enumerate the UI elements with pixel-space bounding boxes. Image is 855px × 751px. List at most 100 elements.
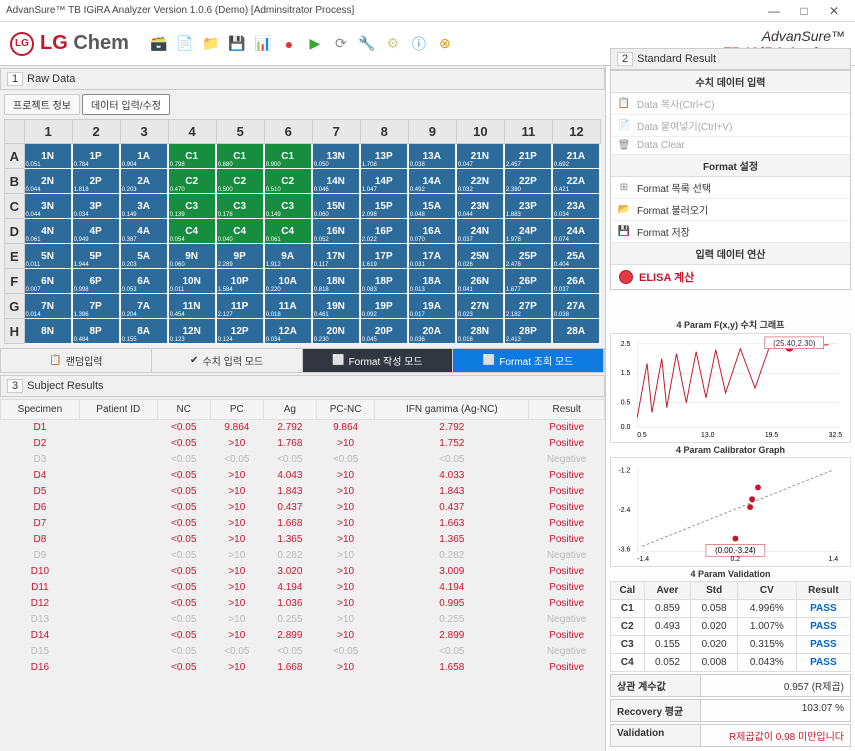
excel-icon[interactable]: 📊 [253, 34, 273, 54]
well[interactable]: 11N0.454 [169, 294, 215, 318]
well[interactable]: 2P1.818 [73, 169, 119, 193]
well[interactable]: 15P2.098 [361, 194, 407, 218]
close-button[interactable]: ✕ [819, 4, 849, 18]
well[interactable]: 3N0.044 [25, 194, 71, 218]
well[interactable]: 3P0.034 [73, 194, 119, 218]
well[interactable]: C20.510 [265, 169, 311, 193]
maximize-button[interactable]: □ [789, 4, 819, 18]
mode-numeric[interactable]: ✔ 수치 입력 모드 [152, 349, 303, 372]
play-icon[interactable]: ▶ [305, 34, 325, 54]
mode-format-create[interactable]: ⬜ Format 작성 모드 [303, 349, 454, 372]
well[interactable]: 12P0.124 [217, 319, 263, 343]
well[interactable]: 5P1.944 [73, 244, 119, 268]
well[interactable]: 9P2.289 [217, 244, 263, 268]
table-row[interactable]: D7<0.05>101.668>101.663Positive [1, 516, 605, 532]
well[interactable]: 24N0.037 [457, 219, 503, 243]
well[interactable]: 17N0.117 [313, 244, 359, 268]
well[interactable]: 18P0.083 [361, 269, 407, 293]
table-row[interactable]: D1<0.059.8642.7929.8642.792Positive [1, 420, 605, 436]
well[interactable]: C40.040 [217, 219, 263, 243]
table-row[interactable]: D12<0.05>101.036>100.995Positive [1, 596, 605, 612]
gear-icon[interactable]: ⚙ [383, 34, 403, 54]
well[interactable]: 4N0.061 [25, 219, 71, 243]
well[interactable]: 5A0.203 [121, 244, 167, 268]
well[interactable]: C40.061 [265, 219, 311, 243]
well[interactable]: 16P2.022 [361, 219, 407, 243]
well[interactable]: 13A0.038 [409, 144, 455, 168]
well[interactable]: 6N0.007 [25, 269, 71, 293]
toolbar-icon[interactable]: 🗃️ [149, 34, 169, 54]
well[interactable]: 21N0.047 [457, 144, 503, 168]
minimize-button[interactable]: — [759, 4, 789, 18]
well[interactable]: 22P2.380 [505, 169, 551, 193]
well[interactable]: 4A0.387 [121, 219, 167, 243]
well[interactable]: 4P0.949 [73, 219, 119, 243]
table-row[interactable]: D6<0.05>100.437>100.437Positive [1, 500, 605, 516]
well[interactable]: 26P1.677 [505, 269, 551, 293]
well[interactable]: 2N0.044 [25, 169, 71, 193]
well[interactable]: 28N0.018 [457, 319, 503, 343]
toolbar-icon[interactable]: 📁 [201, 34, 221, 54]
toolbar-icon[interactable]: 📄 [175, 34, 195, 54]
well[interactable]: 9N0.060 [169, 244, 215, 268]
well[interactable]: 23N0.044 [457, 194, 503, 218]
well[interactable]: 14A0.492 [409, 169, 455, 193]
table-row[interactable]: D8<0.05>101.365>101.365Positive [1, 532, 605, 548]
well[interactable]: 10N0.011 [169, 269, 215, 293]
refresh-icon[interactable]: ⟳ [331, 34, 351, 54]
well[interactable]: 19A0.017 [409, 294, 455, 318]
well[interactable]: 7P1.396 [73, 294, 119, 318]
well[interactable]: 5N0.011 [25, 244, 71, 268]
well[interactable]: 21P2.457 [505, 144, 551, 168]
well[interactable]: 25A0.404 [553, 244, 599, 268]
table-row[interactable]: D4<0.05>104.043>104.033Positive [1, 468, 605, 484]
mode-random[interactable]: 📋 랜덤입력 [1, 349, 152, 372]
well[interactable]: 7A0.204 [121, 294, 167, 318]
table-row[interactable]: D16<0.05>101.668>101.658Positive [1, 660, 605, 676]
tab-data-input[interactable]: 데이터 입력/수정 [82, 94, 170, 115]
well[interactable]: 20A0.036 [409, 319, 455, 343]
well[interactable]: 28A [553, 319, 599, 343]
well[interactable]: 15A0.048 [409, 194, 455, 218]
well[interactable]: 14P1.047 [361, 169, 407, 193]
well[interactable]: 23A0.034 [553, 194, 599, 218]
well[interactable]: 28P2.413 [505, 319, 551, 343]
table-row[interactable]: D11<0.05>104.194>104.194Positive [1, 580, 605, 596]
save-icon[interactable]: 💾 [227, 34, 247, 54]
mode-format-view[interactable]: ⬜ Format 조회 모드 [453, 349, 604, 372]
table-row[interactable]: D5<0.05>101.843>101.843Positive [1, 484, 605, 500]
well[interactable]: 16A0.070 [409, 219, 455, 243]
well[interactable]: 20P0.045 [361, 319, 407, 343]
well[interactable]: 23P1.883 [505, 194, 551, 218]
well[interactable]: 27P2.182 [505, 294, 551, 318]
well[interactable]: 20N0.230 [313, 319, 359, 343]
well[interactable]: 10A0.220 [265, 269, 311, 293]
table-row[interactable]: D9<0.05>100.282>100.282Negative [1, 548, 605, 564]
well[interactable]: C10.880 [217, 144, 263, 168]
well[interactable]: C20.500 [217, 169, 263, 193]
well[interactable]: 14N0.046 [313, 169, 359, 193]
well[interactable]: 10P1.584 [217, 269, 263, 293]
exit-icon[interactable]: ⊗ [435, 34, 455, 54]
well[interactable]: 21A0.692 [553, 144, 599, 168]
well[interactable]: 2A0.203 [121, 169, 167, 193]
well[interactable]: 12A0.034 [265, 319, 311, 343]
well[interactable]: 6P0.998 [73, 269, 119, 293]
well[interactable]: C20.470 [169, 169, 215, 193]
well[interactable]: 1P0.784 [73, 144, 119, 168]
well[interactable]: 19P0.092 [361, 294, 407, 318]
well[interactable]: 17A0.031 [409, 244, 455, 268]
well[interactable]: 27N0.023 [457, 294, 503, 318]
table-row[interactable]: D3<0.05<0.05<0.05<0.05<0.05Negative [1, 452, 605, 468]
info-icon[interactable]: ⓘ [409, 34, 429, 54]
well[interactable]: 25P2.478 [505, 244, 551, 268]
well[interactable]: C30.178 [217, 194, 263, 218]
well[interactable]: 22N0.032 [457, 169, 503, 193]
well[interactable]: 19N0.461 [313, 294, 359, 318]
well[interactable]: 11P2.127 [217, 294, 263, 318]
well[interactable]: 22A0.421 [553, 169, 599, 193]
well[interactable]: 1N0.051 [25, 144, 71, 168]
settings-icon[interactable]: 🔧 [357, 34, 377, 54]
well[interactable]: 18A0.013 [409, 269, 455, 293]
well[interactable]: 12N0.123 [169, 319, 215, 343]
